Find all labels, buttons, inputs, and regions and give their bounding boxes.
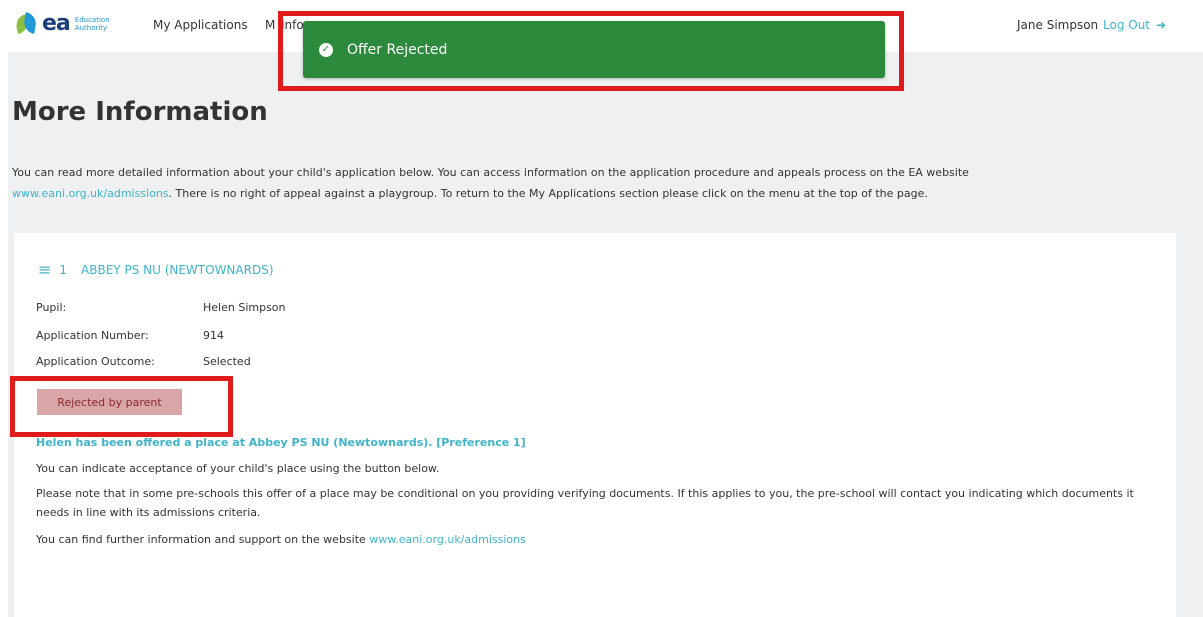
further-info-text: You can find further information and sup…	[36, 533, 366, 546]
pupil-value: Helen Simpson	[203, 301, 286, 314]
user-name: Jane Simpson	[1017, 18, 1099, 32]
logo-text: ea	[42, 11, 71, 36]
pupil-label: Pupil:	[36, 301, 67, 314]
further-info-link[interactable]: www.eani.org.uk/admissions	[369, 533, 526, 546]
application-number-value: 914	[203, 329, 224, 342]
intro-text: You can read more detailed information a…	[12, 162, 1192, 204]
logo-subtitle: Education Authority	[74, 16, 110, 32]
acceptance-text: You can indicate acceptance of your chil…	[36, 462, 440, 475]
ea-logo[interactable]: ea Education Authority	[14, 11, 115, 36]
application-heading[interactable]: ≡ 1 ABBEY PS NU (NEWTOWNARDS)	[38, 260, 274, 279]
nav-more-information[interactable]: M	[265, 18, 275, 32]
conditional-note: Please note that in some pre-schools thi…	[36, 487, 1134, 519]
application-number-label: Application Number:	[36, 329, 149, 342]
logout-label: Log Out	[1103, 18, 1151, 32]
intro-part-2: . There is no right of appeal against a …	[168, 187, 928, 200]
hamburger-icon: ≡	[38, 260, 52, 279]
admissions-link[interactable]: www.eani.org.uk/admissions	[12, 187, 169, 200]
offer-heading: Helen has been offered a place at Abbey …	[36, 436, 526, 449]
application-outcome-value: Selected	[203, 355, 251, 368]
logout-link[interactable]: Log Out ➜	[1103, 18, 1166, 32]
application-outcome-label: Application Outcome:	[36, 355, 155, 368]
further-info: You can find further information and sup…	[36, 530, 1166, 549]
logout-icon: ➜	[1156, 18, 1167, 32]
page-title: More Information	[12, 97, 268, 127]
intro-part-1: You can read more detailed information a…	[12, 166, 969, 179]
ea-logo-mark	[14, 12, 38, 35]
highlight-box-toast	[278, 11, 904, 91]
school-name: ABBEY PS NU (NEWTOWNARDS)	[81, 263, 274, 277]
application-index: 1	[59, 263, 68, 277]
nav-my-applications[interactable]: My Applications	[153, 18, 248, 32]
highlight-box-status	[10, 376, 233, 437]
